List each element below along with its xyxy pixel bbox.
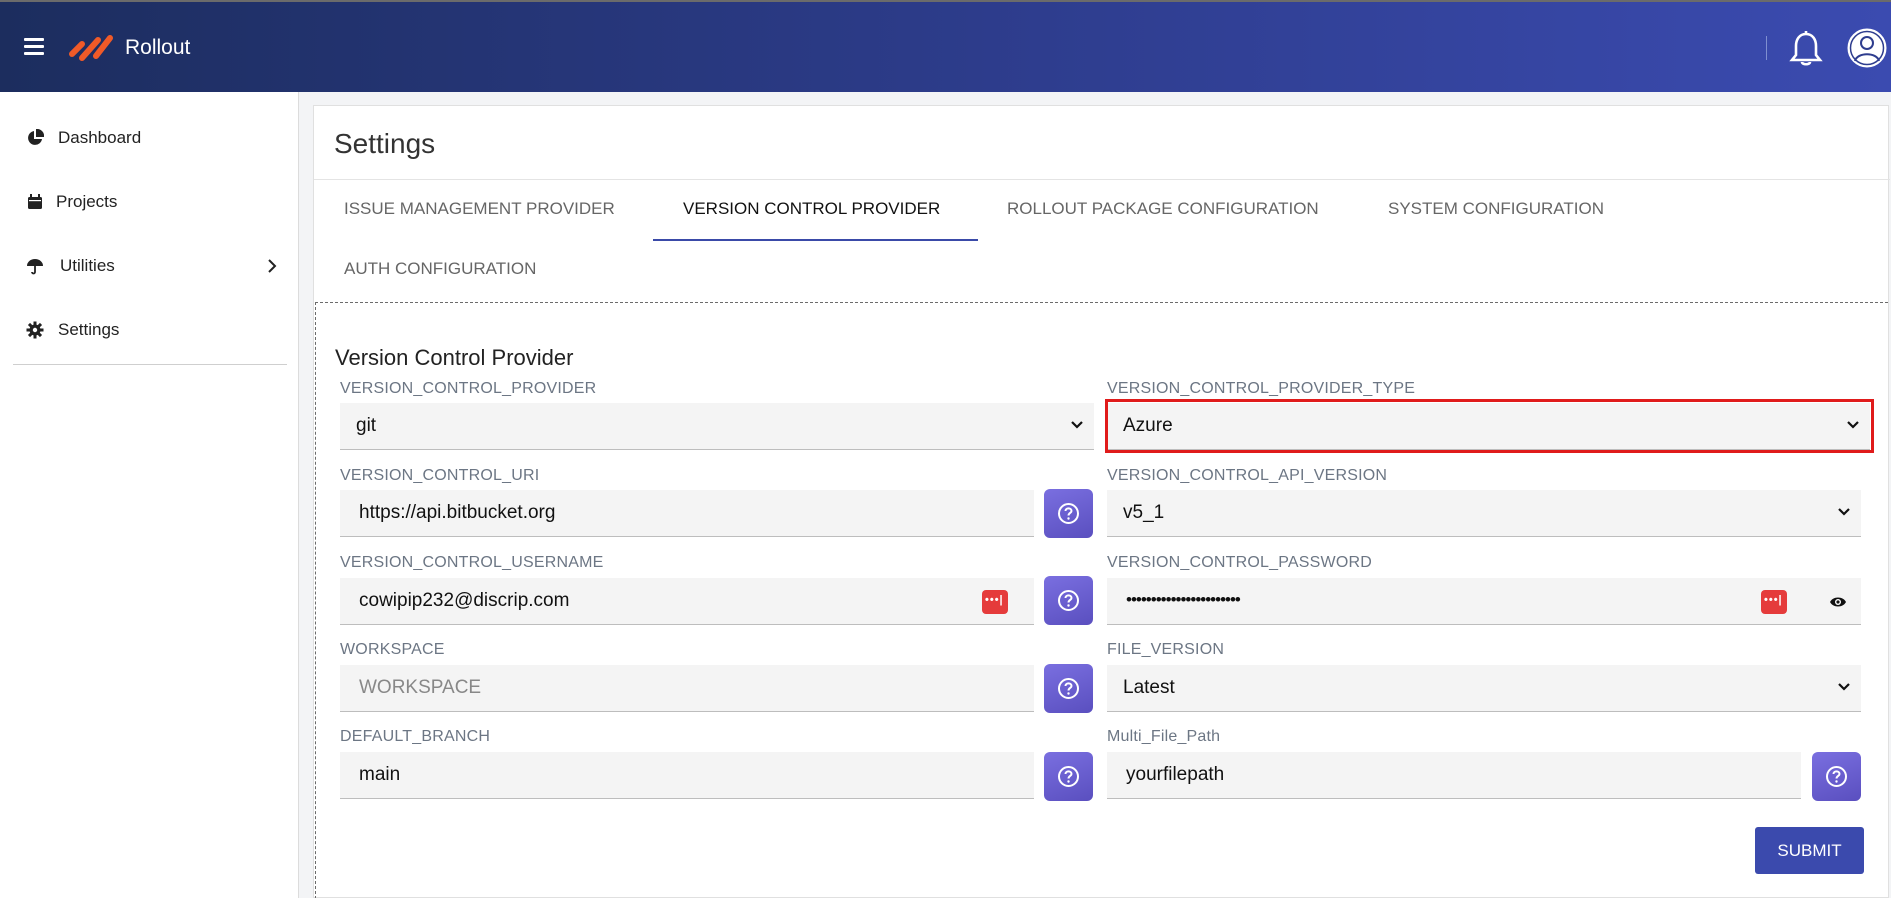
default-branch-value: main bbox=[359, 764, 401, 785]
uri-value: https://api.bitbucket.org bbox=[359, 502, 556, 523]
username-label: VERSION_CONTROL_USERNAME bbox=[340, 554, 604, 571]
title-divider bbox=[314, 179, 1890, 180]
pie-chart-icon bbox=[28, 129, 44, 145]
username-value: cowipip232@discrip.com bbox=[359, 590, 570, 611]
sidebar: Dashboard Projects Utilities Settings bbox=[0, 92, 299, 898]
umbrella-icon bbox=[27, 259, 43, 275]
notifications-bell-icon[interactable] bbox=[1788, 30, 1824, 68]
file-version-select[interactable]: Latest bbox=[1107, 665, 1861, 712]
sidebar-divider bbox=[13, 364, 287, 365]
workspace-label: WORKSPACE bbox=[340, 641, 445, 658]
active-tab-indicator bbox=[653, 239, 978, 241]
tab-rollout-package-configuration[interactable]: ROLLOUT PACKAGE CONFIGURATION bbox=[1007, 199, 1319, 219]
password-manager-icon[interactable]: •••| bbox=[1761, 590, 1787, 614]
question-circle-icon bbox=[1058, 678, 1079, 699]
workspace-help-button[interactable] bbox=[1044, 664, 1093, 713]
top-app-bar: Rollout bbox=[0, 0, 1891, 92]
highlight-annotation bbox=[1105, 399, 1874, 453]
gear-icon bbox=[26, 321, 44, 339]
password-input[interactable]: ••••••••••••••••••••••• •••| bbox=[1107, 578, 1861, 625]
password-label: VERSION_CONTROL_PASSWORD bbox=[1107, 554, 1372, 571]
chevron-right-icon bbox=[268, 259, 277, 273]
workspace-placeholder: WORKSPACE bbox=[359, 677, 482, 698]
api-version-select[interactable]: v5_1 bbox=[1107, 490, 1861, 537]
multi-file-path-label: Multi_File_Path bbox=[1107, 728, 1221, 745]
provider-type-label: VERSION_CONTROL_PROVIDER_TYPE bbox=[1107, 380, 1416, 397]
sidebar-item-projects[interactable]: Projects bbox=[0, 176, 299, 228]
question-circle-icon bbox=[1826, 766, 1847, 787]
username-input[interactable]: cowipip232@discrip.com •••| bbox=[340, 578, 1034, 625]
sidebar-item-label: Dashboard bbox=[58, 128, 142, 147]
tab-auth-configuration[interactable]: AUTH CONFIGURATION bbox=[344, 259, 536, 279]
sidebar-item-label: Utilities bbox=[60, 256, 115, 275]
show-password-eye-icon[interactable] bbox=[1829, 595, 1847, 609]
app-brand: Rollout bbox=[125, 36, 191, 59]
tab-version-control-provider[interactable]: VERSION CONTROL PROVIDER bbox=[683, 199, 940, 219]
question-circle-icon bbox=[1058, 503, 1079, 524]
api-version-label: VERSION_CONTROL_API_VERSION bbox=[1107, 467, 1388, 484]
multi-file-path-help-button[interactable] bbox=[1812, 752, 1861, 801]
section-title: Version Control Provider bbox=[335, 345, 574, 370]
uri-input[interactable]: https://api.bitbucket.org bbox=[340, 490, 1034, 537]
workspace-input[interactable]: WORKSPACE bbox=[340, 665, 1034, 712]
user-avatar-icon[interactable] bbox=[1847, 28, 1887, 68]
api-version-value: v5_1 bbox=[1123, 502, 1165, 523]
page-title: Settings bbox=[334, 128, 436, 159]
chevron-down-icon bbox=[1071, 421, 1083, 429]
sidebar-item-utilities[interactable]: Utilities bbox=[0, 240, 299, 292]
sidebar-item-dashboard[interactable]: Dashboard bbox=[0, 112, 299, 164]
default-branch-input[interactable]: main bbox=[340, 752, 1034, 799]
submit-button[interactable]: SUBMIT bbox=[1755, 827, 1864, 874]
question-circle-icon bbox=[1058, 590, 1079, 611]
file-version-value: Latest bbox=[1123, 677, 1175, 698]
uri-help-button[interactable] bbox=[1044, 489, 1093, 538]
multi-file-path-value: yourfilepath bbox=[1126, 764, 1225, 785]
tab-system-configuration[interactable]: SYSTEM CONFIGURATION bbox=[1388, 199, 1604, 219]
default-branch-label: DEFAULT_BRANCH bbox=[340, 728, 491, 745]
sidebar-item-label: Projects bbox=[56, 192, 118, 211]
question-circle-icon bbox=[1058, 766, 1079, 787]
chevron-down-icon bbox=[1838, 683, 1850, 691]
password-manager-icon[interactable]: •••| bbox=[982, 590, 1008, 614]
uri-label: VERSION_CONTROL_URI bbox=[340, 467, 540, 484]
sidebar-item-settings[interactable]: Settings bbox=[0, 304, 299, 356]
password-value: ••••••••••••••••••••••• bbox=[1126, 590, 1241, 609]
provider-label: VERSION_CONTROL_PROVIDER bbox=[340, 380, 597, 397]
file-version-label: FILE_VERSION bbox=[1107, 641, 1225, 658]
default-branch-help-button[interactable] bbox=[1044, 752, 1093, 801]
rollout-logo-icon bbox=[69, 35, 113, 61]
provider-value: git bbox=[356, 415, 377, 436]
calendar-icon bbox=[28, 194, 42, 209]
sidebar-item-label: Settings bbox=[58, 320, 120, 339]
multi-file-path-input[interactable]: yourfilepath bbox=[1107, 752, 1801, 799]
menu-icon[interactable] bbox=[24, 38, 44, 56]
header-divider bbox=[1766, 36, 1767, 60]
chevron-down-icon bbox=[1838, 508, 1850, 516]
provider-select[interactable]: git bbox=[340, 403, 1094, 450]
username-help-button[interactable] bbox=[1044, 576, 1093, 625]
tab-issue-management-provider[interactable]: ISSUE MANAGEMENT PROVIDER bbox=[344, 199, 615, 219]
